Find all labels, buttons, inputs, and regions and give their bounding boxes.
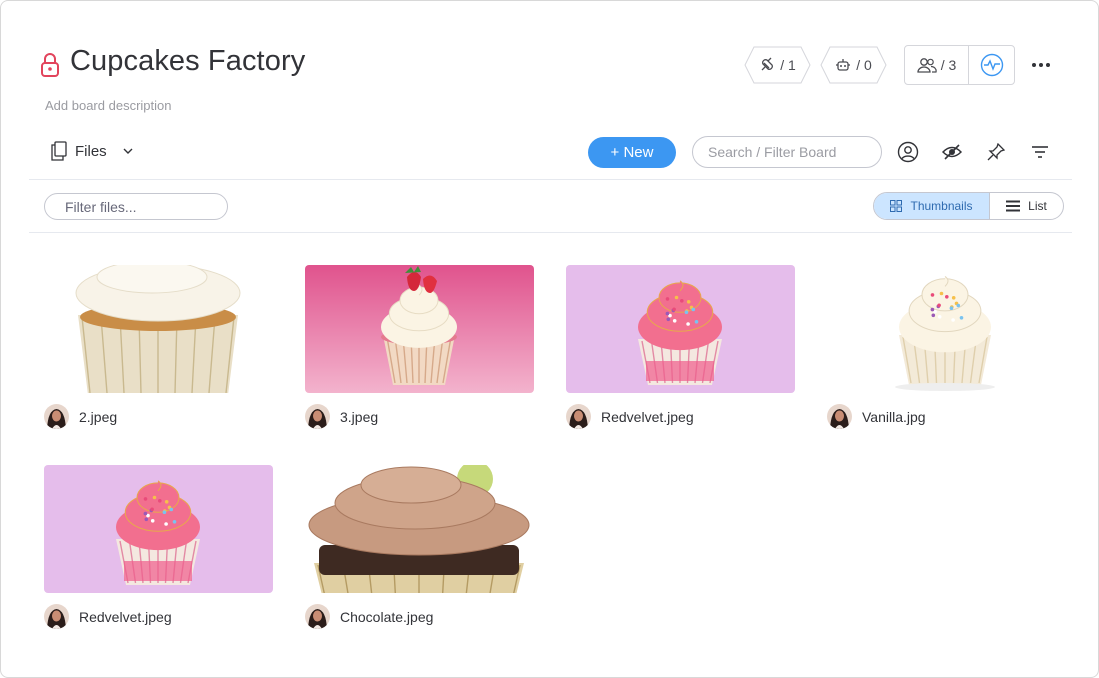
integrations-count: / 1 — [780, 57, 796, 73]
file-card[interactable]: Redvelvet.jpeg — [44, 465, 273, 629]
activity-button[interactable] — [969, 53, 1014, 77]
file-name[interactable]: 3.jpeg — [340, 409, 378, 425]
hide-icon[interactable] — [940, 141, 964, 163]
list-icon — [1006, 200, 1021, 212]
uploader-avatar — [44, 604, 69, 629]
file-name[interactable]: 2.jpeg — [79, 409, 117, 425]
new-button[interactable]: + New — [588, 137, 676, 168]
uploader-avatar — [827, 404, 852, 429]
members-activity-group: / 3 — [904, 45, 1015, 85]
file-thumbnail[interactable] — [305, 465, 534, 593]
file-thumbnail[interactable] — [44, 265, 273, 393]
activity-icon — [980, 53, 1003, 77]
file-thumbnail[interactable] — [305, 265, 534, 393]
person-filter-icon[interactable] — [896, 141, 920, 163]
pin-icon[interactable] — [984, 141, 1008, 163]
members-count: / 3 — [940, 57, 957, 73]
thumbnails-label: Thumbnails — [910, 199, 973, 213]
file-card[interactable]: 2.jpeg — [44, 265, 273, 429]
chevron-down-icon — [123, 148, 133, 154]
members-button[interactable]: / 3 — [905, 46, 969, 84]
board-description[interactable]: Add board description — [45, 98, 171, 113]
list-toggle[interactable]: List — [990, 193, 1063, 219]
board-window: Cupcakes Factory Add board description /… — [0, 0, 1099, 678]
automations-count: / 0 — [856, 57, 872, 73]
file-name[interactable]: Vanilla.jpg — [862, 409, 926, 425]
automations-button[interactable]: / 0 — [820, 46, 887, 84]
thumbnails-icon — [890, 200, 903, 212]
thumbnails-toggle[interactable]: Thumbnails — [874, 193, 990, 219]
list-label: List — [1028, 199, 1047, 213]
file-card[interactable]: Chocolate.jpeg — [305, 465, 534, 629]
view-selector[interactable]: Files — [51, 141, 135, 161]
file-thumbnail[interactable] — [827, 265, 1056, 393]
view-toggle: Thumbnails List — [873, 192, 1064, 220]
members-icon — [917, 58, 937, 73]
integrations-icon — [761, 57, 774, 71]
toolbar-divider — [29, 179, 1072, 180]
automations-icon — [836, 59, 851, 71]
files-bar-divider — [29, 232, 1072, 233]
integrations-button[interactable]: / 1 — [744, 46, 811, 84]
uploader-avatar — [566, 404, 591, 429]
file-name[interactable]: Chocolate.jpeg — [340, 609, 433, 625]
uploader-avatar — [305, 404, 330, 429]
file-thumbnail[interactable] — [566, 265, 795, 393]
file-card[interactable]: 3.jpeg — [305, 265, 534, 429]
file-name[interactable]: Redvelvet.jpeg — [79, 609, 172, 625]
uploader-avatar — [44, 404, 69, 429]
search-input[interactable]: Search / Filter Board — [692, 136, 882, 168]
view-label: Files — [75, 142, 107, 160]
uploader-avatar — [305, 604, 330, 629]
file-name[interactable]: Redvelvet.jpeg — [601, 409, 694, 425]
filter-icon[interactable] — [1028, 141, 1052, 163]
board-title[interactable]: Cupcakes Factory — [70, 45, 305, 78]
file-card[interactable]: Vanilla.jpg — [827, 265, 1056, 429]
file-thumbnail[interactable] — [44, 465, 273, 593]
files-icon — [51, 141, 67, 161]
more-icon[interactable] — [1029, 56, 1053, 74]
file-card[interactable]: Redvelvet.jpeg — [566, 265, 795, 429]
lock-icon — [41, 53, 59, 77]
filter-files-input[interactable]: Filter files... — [44, 193, 228, 220]
